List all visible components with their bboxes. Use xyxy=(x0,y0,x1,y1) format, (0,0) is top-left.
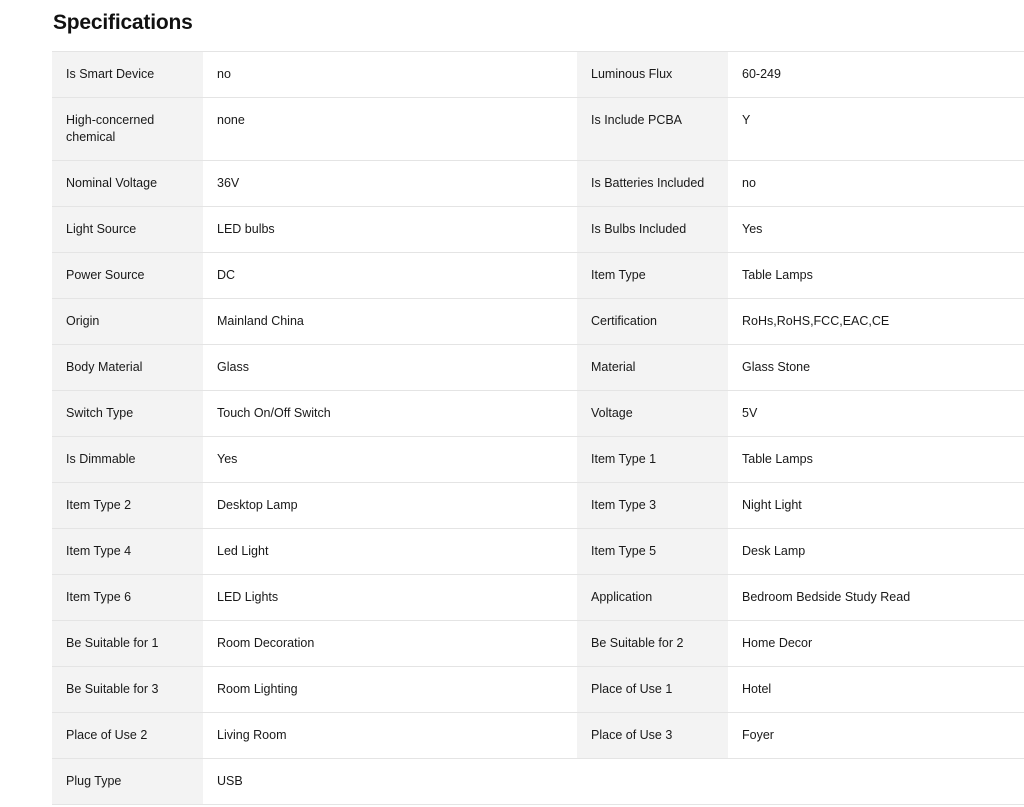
spec-row: Be Suitable for 3 Room Lighting Place of… xyxy=(52,667,1024,713)
spec-value: Foyer xyxy=(728,713,1024,758)
spec-row: Item Type 2 Desktop Lamp Item Type 3 Nig… xyxy=(52,483,1024,529)
spec-value: Table Lamps xyxy=(728,437,1024,482)
spec-value: Yes xyxy=(728,207,1024,252)
spec-value: Led Light xyxy=(203,529,577,574)
spec-row: Item Type 6 LED Lights Application Bedro… xyxy=(52,575,1024,621)
spec-key: Application xyxy=(577,575,728,620)
spec-value: 60-249 xyxy=(728,52,1024,97)
spec-value: 5V xyxy=(728,391,1024,436)
spec-value: USB xyxy=(203,759,577,804)
spec-value: RoHs,RoHS,FCC,EAC,CE xyxy=(728,299,1024,344)
spec-row: Plug Type USB xyxy=(52,759,1024,805)
spec-key: Item Type 3 xyxy=(577,483,728,528)
spec-row: Nominal Voltage 36V Is Batteries Include… xyxy=(52,161,1024,207)
spec-row: Is Dimmable Yes Item Type 1 Table Lamps xyxy=(52,437,1024,483)
spec-key: Is Smart Device xyxy=(52,52,203,97)
spec-key: Item Type 6 xyxy=(52,575,203,620)
spec-row: Is Smart Device no Luminous Flux 60-249 xyxy=(52,52,1024,98)
spec-key: Voltage xyxy=(577,391,728,436)
spec-value: no xyxy=(728,161,1024,206)
spec-value: Night Light xyxy=(728,483,1024,528)
spec-key: Plug Type xyxy=(52,759,203,804)
spec-key: Item Type 1 xyxy=(577,437,728,482)
specifications-section: Specifications Is Smart Device no Lumino… xyxy=(0,0,1024,807)
spec-value: Room Decoration xyxy=(203,621,577,666)
spec-key: Origin xyxy=(52,299,203,344)
spec-key: High-concerned chemical xyxy=(52,98,203,160)
section-title: Specifications xyxy=(53,11,193,34)
spec-row: Be Suitable for 1 Room Decoration Be Sui… xyxy=(52,621,1024,667)
spec-value: no xyxy=(203,52,577,97)
spec-value: Mainland China xyxy=(203,299,577,344)
spec-row: Body Material Glass Material Glass Stone xyxy=(52,345,1024,391)
spec-value: Living Room xyxy=(203,713,577,758)
spec-row: Origin Mainland China Certification RoHs… xyxy=(52,299,1024,345)
spec-key: Certification xyxy=(577,299,728,344)
spec-value: Hotel xyxy=(728,667,1024,712)
spec-value: none xyxy=(203,98,577,160)
spec-empty-cell xyxy=(577,759,1024,804)
spec-row: High-concerned chemical none Is Include … xyxy=(52,98,1024,161)
spec-value: Y xyxy=(728,98,1024,160)
spec-value: Bedroom Bedside Study Read xyxy=(728,575,1024,620)
spec-key: Place of Use 2 xyxy=(52,713,203,758)
spec-row: Switch Type Touch On/Off Switch Voltage … xyxy=(52,391,1024,437)
spec-key: Is Bulbs Included xyxy=(577,207,728,252)
spec-key: Is Batteries Included xyxy=(577,161,728,206)
spec-value: Glass xyxy=(203,345,577,390)
spec-key: Power Source xyxy=(52,253,203,298)
specifications-table: Is Smart Device no Luminous Flux 60-249 … xyxy=(52,51,1024,805)
spec-key: Is Include PCBA xyxy=(577,98,728,160)
spec-key: Place of Use 3 xyxy=(577,713,728,758)
spec-value: DC xyxy=(203,253,577,298)
spec-key: Luminous Flux xyxy=(577,52,728,97)
spec-row: Item Type 4 Led Light Item Type 5 Desk L… xyxy=(52,529,1024,575)
spec-row: Light Source LED bulbs Is Bulbs Included… xyxy=(52,207,1024,253)
spec-key: Item Type xyxy=(577,253,728,298)
spec-value: 36V xyxy=(203,161,577,206)
spec-value: Glass Stone xyxy=(728,345,1024,390)
spec-key: Body Material xyxy=(52,345,203,390)
spec-key: Light Source xyxy=(52,207,203,252)
spec-key: Switch Type xyxy=(52,391,203,436)
spec-key: Material xyxy=(577,345,728,390)
spec-key: Nominal Voltage xyxy=(52,161,203,206)
spec-value: Desk Lamp xyxy=(728,529,1024,574)
spec-row: Place of Use 2 Living Room Place of Use … xyxy=(52,713,1024,759)
spec-key: Be Suitable for 1 xyxy=(52,621,203,666)
spec-value: Room Lighting xyxy=(203,667,577,712)
spec-key: Item Type 4 xyxy=(52,529,203,574)
spec-key: Item Type 5 xyxy=(577,529,728,574)
spec-value: Table Lamps xyxy=(728,253,1024,298)
spec-row: Power Source DC Item Type Table Lamps xyxy=(52,253,1024,299)
spec-value: Desktop Lamp xyxy=(203,483,577,528)
spec-key: Be Suitable for 3 xyxy=(52,667,203,712)
spec-value: Touch On/Off Switch xyxy=(203,391,577,436)
spec-key: Is Dimmable xyxy=(52,437,203,482)
spec-key: Item Type 2 xyxy=(52,483,203,528)
spec-key: Be Suitable for 2 xyxy=(577,621,728,666)
spec-key: Place of Use 1 xyxy=(577,667,728,712)
spec-value: Home Decor xyxy=(728,621,1024,666)
spec-value: LED bulbs xyxy=(203,207,577,252)
spec-value: Yes xyxy=(203,437,577,482)
spec-value: LED Lights xyxy=(203,575,577,620)
